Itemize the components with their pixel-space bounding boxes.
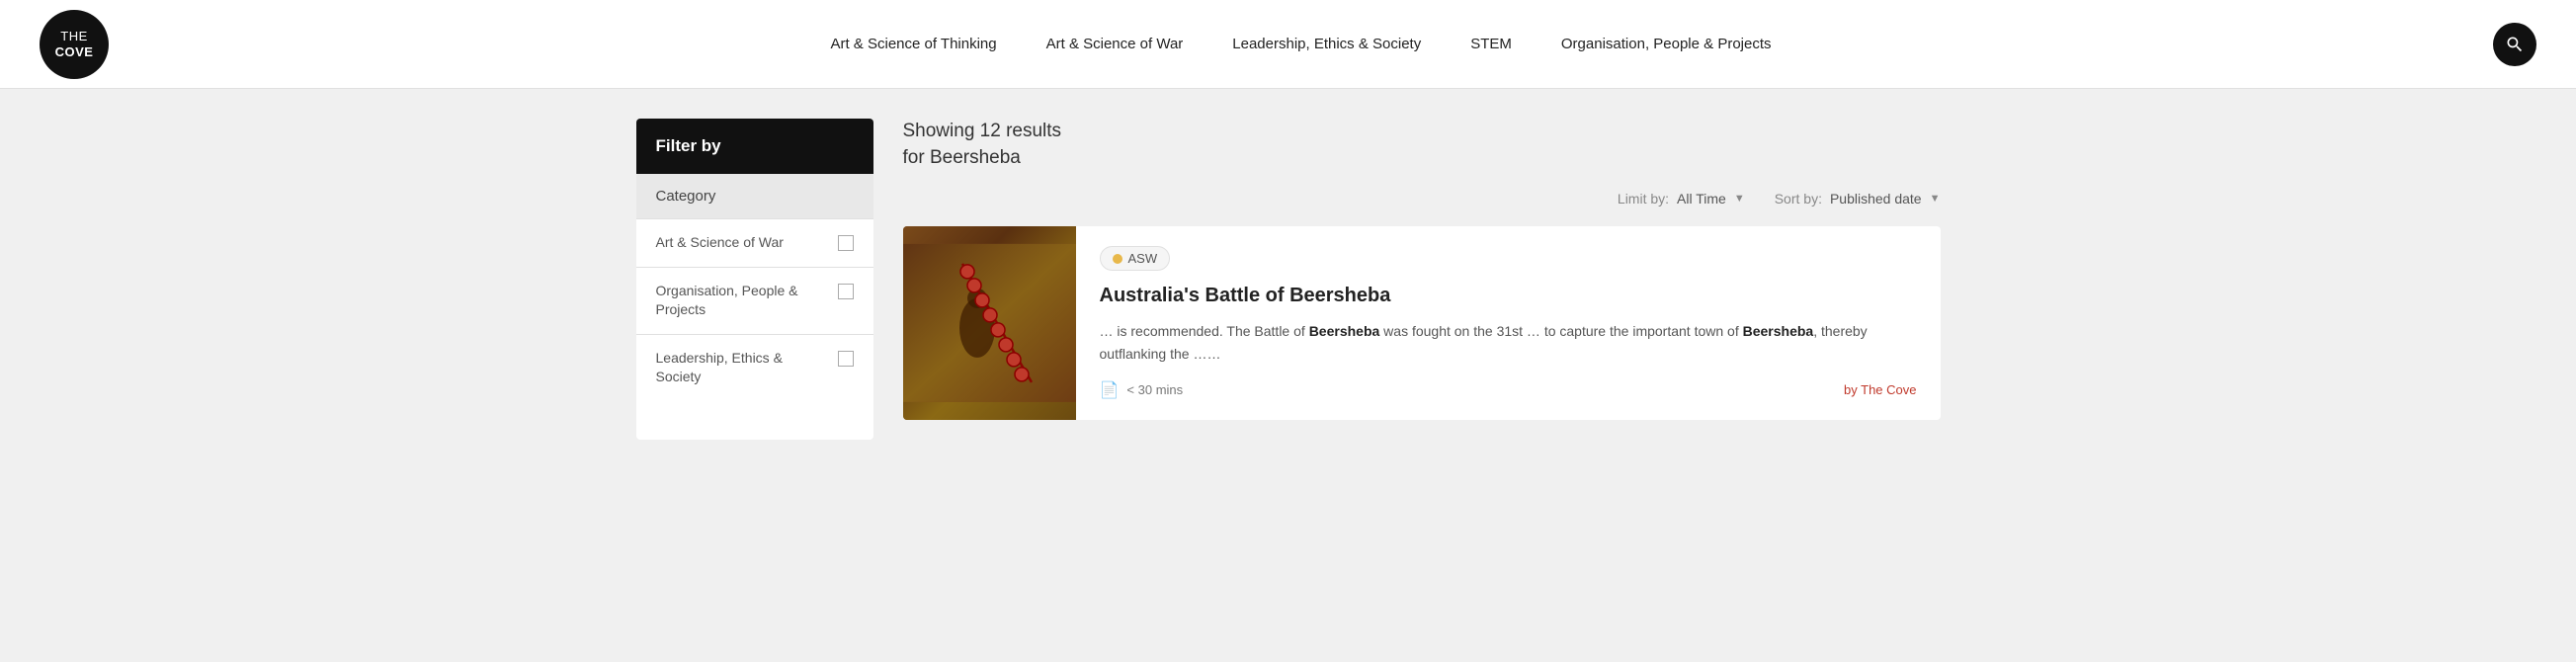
document-icon: 📄 — [1100, 380, 1120, 400]
results-header: Showing 12 results for Beersheba — [903, 119, 1941, 171]
filter-checkbox-asw[interactable] — [838, 235, 854, 251]
results-controls: Limit by: All Time ▼ Sort by: Published … — [903, 191, 1941, 207]
result-author[interactable]: by The Cove — [1844, 382, 1916, 397]
filter-checkbox-les[interactable] — [838, 351, 854, 367]
limit-label: Limit by: — [1618, 191, 1669, 207]
sort-dropdown-arrow: ▼ — [1930, 193, 1941, 205]
result-duration: < 30 mins — [1126, 382, 1183, 397]
results-area: Showing 12 results for Beersheba Limit b… — [903, 119, 1941, 440]
sort-value: Published date — [1830, 191, 1922, 207]
filter-item-opp[interactable]: Organisation, People & Projects — [636, 267, 873, 334]
limit-value: All Time — [1677, 191, 1726, 207]
nav-art-science-thinking[interactable]: Art & Science of Thinking — [830, 35, 996, 54]
filter-sidebar: Filter by Category Art & Science of War … — [636, 119, 873, 440]
sort-label: Sort by: — [1775, 191, 1822, 207]
nav-leadership-ethics[interactable]: Leadership, Ethics & Society — [1232, 35, 1421, 54]
filter-item-les[interactable]: Leadership, Ethics & Society — [636, 334, 873, 401]
result-meta: 📄 < 30 mins — [1100, 380, 1184, 400]
result-card[interactable]: ASW Australia's Battle of Beersheba … is… — [903, 226, 1941, 420]
limit-by-control[interactable]: Limit by: All Time ▼ — [1618, 191, 1745, 207]
site-logo[interactable]: THE COVE — [40, 10, 109, 79]
result-footer: 📄 < 30 mins by The Cove — [1100, 380, 1917, 400]
thumbnail-image — [903, 226, 1076, 420]
nav-stem[interactable]: STEM — [1470, 35, 1512, 54]
limit-dropdown-arrow: ▼ — [1734, 193, 1745, 205]
nav-art-science-war[interactable]: Art & Science of War — [1046, 35, 1184, 54]
main-nav: Art & Science of Thinking Art & Science … — [148, 35, 2453, 54]
result-thumbnail — [903, 226, 1076, 420]
results-count: Showing 12 results for Beersheba — [903, 119, 1941, 171]
tag-label: ASW — [1128, 251, 1158, 266]
filter-checkbox-opp[interactable] — [838, 284, 854, 299]
filter-item-asw[interactable]: Art & Science of War — [636, 218, 873, 267]
result-excerpt: … is recommended. The Battle of Beersheb… — [1100, 320, 1917, 365]
tag-dot — [1113, 254, 1122, 264]
site-header: THE COVE Art & Science of Thinking Art &… — [0, 0, 2576, 89]
result-body: ASW Australia's Battle of Beersheba … is… — [1076, 226, 1941, 420]
filter-header: Filter by — [636, 119, 873, 174]
search-button[interactable] — [2493, 23, 2536, 66]
nav-organisation-people[interactable]: Organisation, People & Projects — [1561, 35, 1772, 54]
search-icon — [2505, 35, 2525, 54]
thumbnail-artwork — [903, 226, 1076, 420]
result-title[interactable]: Australia's Battle of Beersheba — [1100, 283, 1917, 308]
main-content: Filter by Category Art & Science of War … — [597, 89, 1980, 469]
result-tag: ASW — [1100, 246, 1171, 271]
filter-category-label: Category — [636, 174, 873, 218]
sort-by-control[interactable]: Sort by: Published date ▼ — [1775, 191, 1941, 207]
